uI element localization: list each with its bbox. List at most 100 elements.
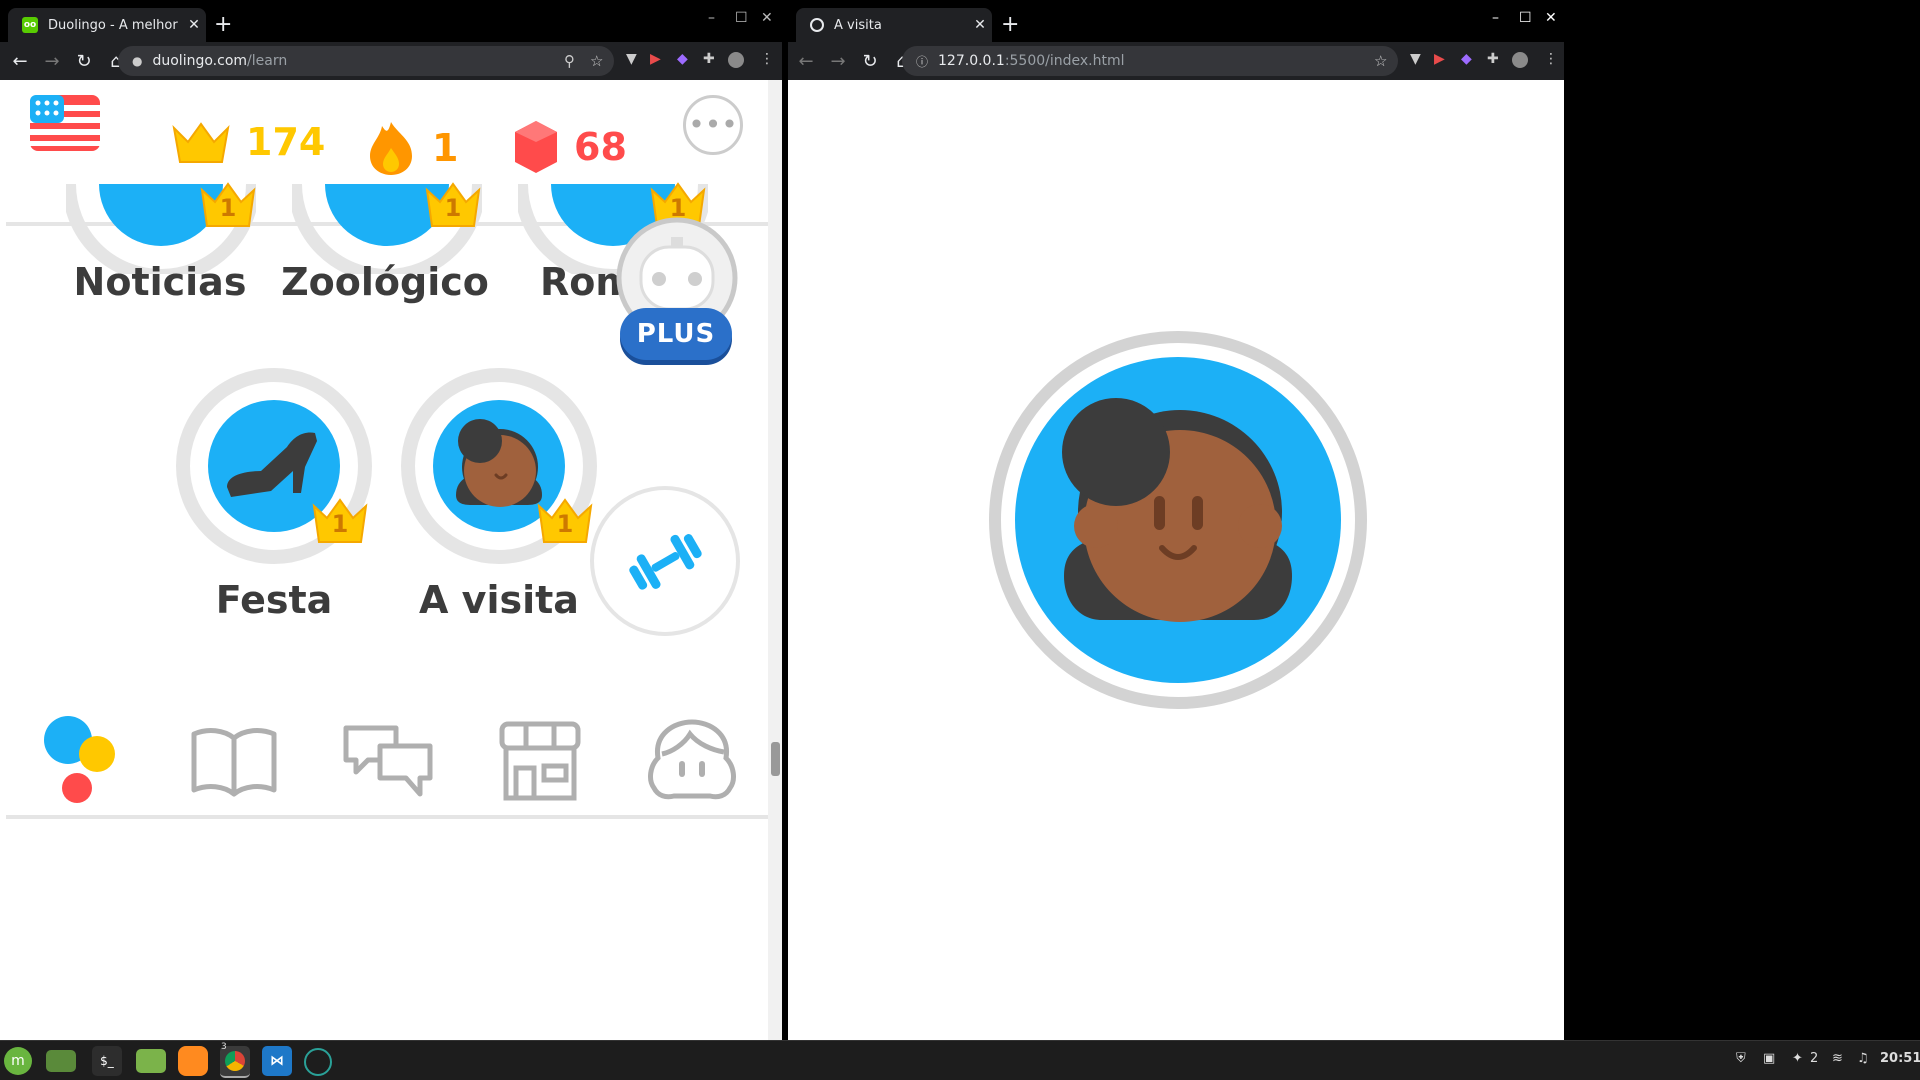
- duolingo-page: 174 1 68 ••• 1 1 1 Noticias Zoológico Ro…: [0, 80, 782, 1041]
- zoom-icon[interactable]: ⚲: [564, 52, 575, 70]
- reload-button[interactable]: ↻: [68, 51, 100, 72]
- gems-count: 68: [574, 125, 627, 169]
- notifications-count: 2: [1810, 1051, 1819, 1066]
- tab-title: A visita: [834, 17, 882, 33]
- browser-toolbar: ← → ↻ ⌂ ● duolingo.com/learn ⚲ ☆: [0, 42, 782, 80]
- bookmark-star-icon[interactable]: ☆: [590, 52, 603, 70]
- gems-stat[interactable]: 68: [514, 120, 627, 174]
- address-bar[interactable]: ⓘ 127.0.0.1:5500/index.html ☆: [902, 46, 1398, 76]
- app-keepass-icon[interactable]: [304, 1048, 332, 1076]
- browser-chrome: oo Duolingo - A melhor maneira de aprend…: [0, 0, 782, 80]
- dumbbell-icon: [629, 534, 702, 590]
- globe-icon: [810, 18, 824, 32]
- owl-icon: oo: [22, 17, 38, 33]
- back-button[interactable]: ←: [4, 51, 36, 72]
- page-scrollbar[interactable]: [768, 80, 782, 1041]
- screenshot-tray-icon[interactable]: ▣: [1763, 1051, 1775, 1066]
- show-desktop-icon[interactable]: [46, 1050, 76, 1072]
- url-host: duolingo.com: [152, 53, 248, 69]
- back-button[interactable]: ←: [790, 51, 822, 72]
- scrollbar-thumb[interactable]: [771, 742, 780, 776]
- taskbar: m $_ 3 ⋈ ⛨ ▣ ✦ 2 ≋ ♫ 20:51: [0, 1040, 1920, 1080]
- close-tab-icon[interactable]: ✕: [182, 17, 206, 33]
- plus-label: PLUS: [636, 319, 716, 349]
- crowns-count: 174: [246, 120, 326, 164]
- a-visita-skill-illustration: [989, 331, 1367, 709]
- tab-strip: A visita ✕ + – ☐ ✕: [788, 0, 1564, 42]
- crown-level: 1: [331, 510, 349, 538]
- stories-icon[interactable]: [188, 724, 280, 800]
- address-bar[interactable]: ● duolingo.com/learn ⚲ ☆: [118, 46, 614, 76]
- learn-icon[interactable]: [40, 712, 120, 808]
- reload-button[interactable]: ↻: [854, 51, 886, 72]
- plus-button[interactable]: PLUS: [620, 308, 732, 360]
- maximize-button[interactable]: ☐: [1519, 10, 1532, 26]
- crown-badge-a-visita: 1: [535, 498, 595, 546]
- extension-purple-icon[interactable]: ◆: [1461, 51, 1472, 67]
- extension-red-icon[interactable]: ▶: [650, 51, 661, 67]
- gem-icon: [515, 121, 557, 173]
- extensions-puzzle-icon[interactable]: ✚: [703, 51, 715, 67]
- browser-chrome: A visita ✕ + – ☐ ✕ ← → ↻ ⌂ ⓘ 127.0.0.1:5…: [788, 0, 1564, 80]
- shield-tray-icon[interactable]: ⛨: [1736, 1051, 1746, 1066]
- url-host: 127.0.0.1: [938, 53, 1005, 69]
- tab-duolingo[interactable]: oo Duolingo - A melhor maneira de aprend…: [8, 8, 206, 42]
- crown-badge-festa: 1: [310, 498, 370, 546]
- more-icon[interactable]: •••: [683, 95, 743, 155]
- clock[interactable]: 20:51: [1880, 1051, 1920, 1066]
- profile-avatar-icon[interactable]: [1512, 52, 1528, 68]
- vscode-icon[interactable]: ⋈: [262, 1046, 292, 1076]
- close-window-button[interactable]: ✕: [1545, 10, 1557, 26]
- extension-purple-icon[interactable]: ◆: [677, 51, 688, 67]
- firefox-icon[interactable]: [178, 1046, 208, 1076]
- extension-vpn-icon[interactable]: ▼: [626, 51, 637, 67]
- profile-icon[interactable]: [644, 718, 740, 802]
- files-folder-icon[interactable]: [136, 1049, 166, 1073]
- tab-title: Duolingo - A melhor maneira de aprender …: [48, 17, 182, 33]
- url-path: /learn: [247, 53, 288, 69]
- lock-icon: ●: [132, 54, 143, 68]
- discuss-icon[interactable]: [342, 722, 434, 800]
- forward-button[interactable]: →: [822, 51, 854, 72]
- chrome-icon[interactable]: 3: [220, 1042, 250, 1078]
- crown-level: 1: [444, 194, 462, 222]
- crown-badge-noticias: 1: [198, 182, 258, 230]
- bookmark-star-icon[interactable]: ☆: [1374, 52, 1387, 70]
- tab-strip: oo Duolingo - A melhor maneira de aprend…: [0, 0, 782, 42]
- chrome-menu-icon[interactable]: ⋮: [1544, 51, 1558, 67]
- crowns-stat[interactable]: 174: [172, 120, 325, 164]
- bottom-nav-divider: [6, 815, 782, 819]
- workspace-badge: 3: [221, 1042, 227, 1052]
- tab-a-visita[interactable]: A visita ✕: [796, 8, 992, 42]
- new-tab-button[interactable]: +: [214, 12, 232, 38]
- close-tab-icon[interactable]: ✕: [968, 17, 992, 33]
- new-tab-button[interactable]: +: [1001, 12, 1019, 38]
- extension-red-icon[interactable]: ▶: [1434, 51, 1445, 67]
- maximize-button[interactable]: ☐: [735, 10, 748, 26]
- practice-button[interactable]: [590, 486, 740, 636]
- skill-label-roma[interactable]: Roma: [470, 260, 661, 304]
- streak-stat[interactable]: 1: [368, 120, 458, 176]
- crown-level: 1: [219, 194, 237, 222]
- crown-badge-zoologico: 1: [423, 182, 483, 230]
- url-path: :5500/index.html: [1004, 53, 1125, 69]
- wifi-tray-icon[interactable]: ≋: [1832, 1051, 1843, 1066]
- right-browser-window: A visita ✕ + – ☐ ✕ ← → ↻ ⌂ ⓘ 127.0.0.1:5…: [788, 0, 1564, 1041]
- sound-tray-icon[interactable]: ♫: [1857, 1051, 1869, 1066]
- terminal-icon[interactable]: $_: [92, 1046, 122, 1076]
- info-icon[interactable]: ⓘ: [916, 53, 928, 70]
- close-window-button[interactable]: ✕: [761, 10, 773, 26]
- a-visita-page: [788, 80, 1564, 1041]
- profile-avatar-icon[interactable]: [728, 52, 744, 68]
- crown-level: 1: [556, 510, 574, 538]
- minimize-button[interactable]: –: [1492, 10, 1499, 26]
- us-flag-icon[interactable]: [30, 95, 100, 151]
- extension-vpn-icon[interactable]: ▼: [1410, 51, 1421, 67]
- notifications-tray-icon[interactable]: ✦: [1792, 1051, 1803, 1066]
- extensions-puzzle-icon[interactable]: ✚: [1487, 51, 1499, 67]
- shop-icon[interactable]: [496, 720, 584, 802]
- forward-button[interactable]: →: [36, 51, 68, 72]
- mint-menu-icon[interactable]: m: [4, 1047, 32, 1075]
- minimize-button[interactable]: –: [708, 10, 715, 26]
- chrome-menu-icon[interactable]: ⋮: [760, 51, 774, 67]
